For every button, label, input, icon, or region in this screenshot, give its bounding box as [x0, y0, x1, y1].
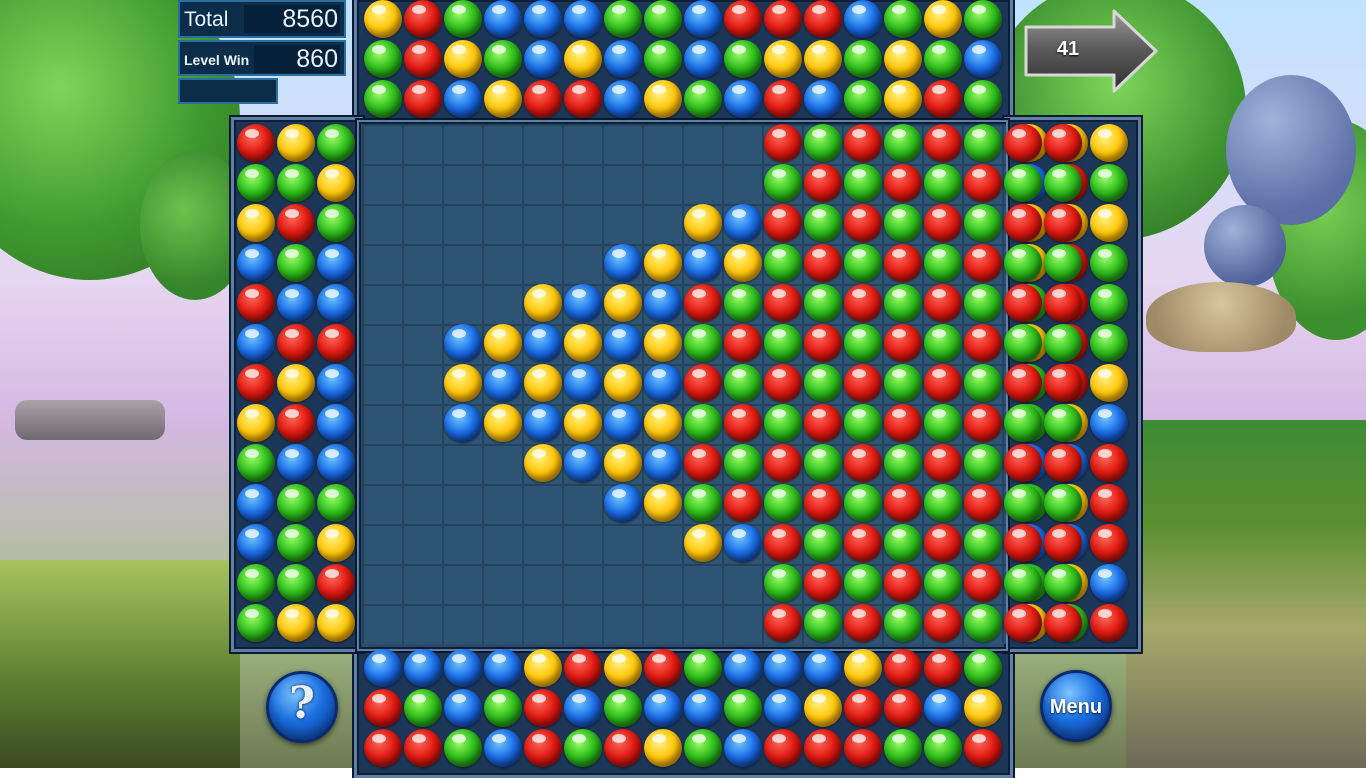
left-launcher-frame	[231, 117, 363, 652]
level-win-row: Level Win 860	[178, 40, 346, 76]
remaining-count: 41	[1056, 38, 1080, 60]
progress-bar	[178, 78, 278, 104]
floating-globe-large	[1226, 75, 1356, 225]
total-value: 8560	[244, 5, 340, 33]
next-arrow-button[interactable]	[1022, 9, 1158, 93]
total-score-row: Total 8560	[178, 0, 346, 38]
grass-right	[1126, 420, 1366, 768]
floating-globe-small	[1204, 205, 1286, 287]
score-panel: Total 8560 Level Win 860	[178, 0, 346, 104]
level-win-label: Level Win	[184, 52, 250, 68]
play-field-grid[interactable]	[362, 124, 1006, 644]
level-win-value: 860	[254, 45, 340, 73]
mushroom-cap	[1146, 282, 1296, 352]
top-launcher-frame	[354, 0, 1013, 126]
total-label: Total	[184, 8, 229, 31]
menu-label: Menu	[1049, 696, 1103, 718]
grass-left	[0, 560, 240, 768]
bottom-launcher-frame	[354, 647, 1013, 778]
menu-button[interactable]: Menu	[1040, 670, 1112, 742]
help-button[interactable]: ?	[266, 671, 338, 743]
question-mark-icon: ?	[289, 678, 315, 729]
rock-ledge	[15, 400, 165, 440]
right-launcher-frame	[1004, 117, 1141, 652]
